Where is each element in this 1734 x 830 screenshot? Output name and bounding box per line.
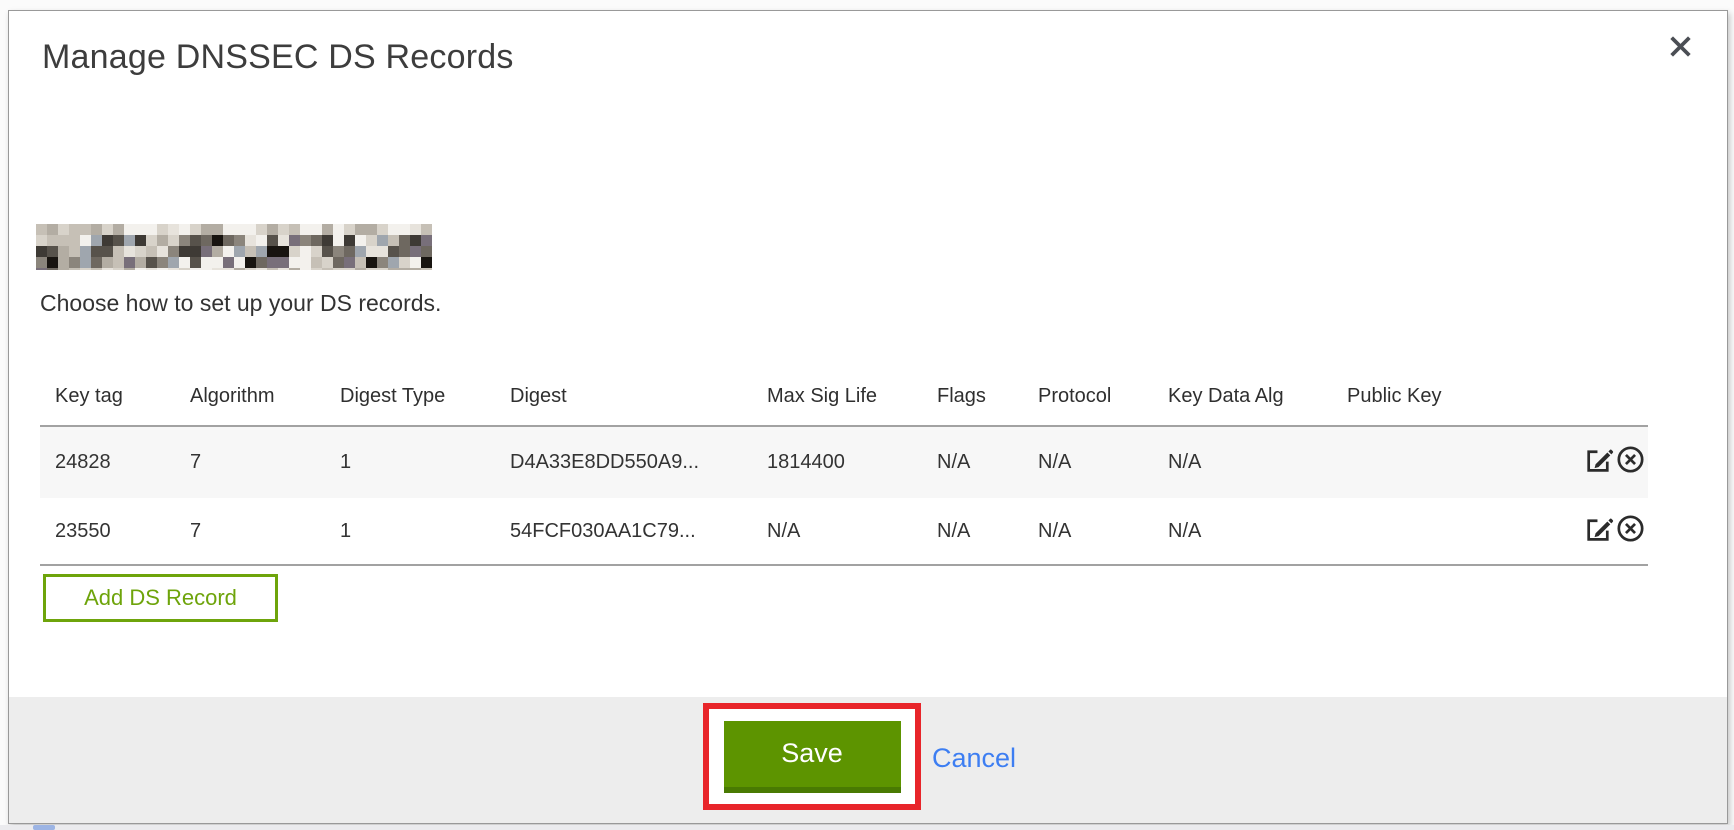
column-header-digest-type: Digest Type bbox=[325, 370, 495, 426]
cell-digest-type: 1 bbox=[325, 426, 495, 498]
edit-record-button[interactable] bbox=[1583, 513, 1614, 544]
column-header-flags: Flags bbox=[922, 370, 1023, 426]
add-ds-record-button[interactable]: Add DS Record bbox=[43, 574, 278, 622]
cell-digest-type: 1 bbox=[325, 498, 495, 565]
cell-key-tag: 23550 bbox=[40, 498, 175, 565]
delete-icon bbox=[1615, 513, 1646, 544]
cell-max-sig-life: N/A bbox=[752, 498, 922, 565]
delete-record-button[interactable] bbox=[1615, 513, 1646, 544]
column-header-protocol: Protocol bbox=[1023, 370, 1153, 426]
table-row: 24828 7 1 D4A33E8DD550A9... 1814400 N/A … bbox=[40, 426, 1648, 498]
cell-digest: D4A33E8DD550A9... bbox=[495, 426, 752, 498]
cell-digest: 54FCF030AA1C79... bbox=[495, 498, 752, 565]
cell-flags: N/A bbox=[922, 426, 1023, 498]
column-header-key-data-alg: Key Data Alg bbox=[1153, 370, 1332, 426]
column-header-actions bbox=[1472, 370, 1648, 426]
cell-max-sig-life: 1814400 bbox=[752, 426, 922, 498]
ds-records-table: Key tag Algorithm Digest Type Digest Max… bbox=[40, 370, 1648, 566]
save-button[interactable]: Save bbox=[724, 721, 901, 793]
column-header-algorithm: Algorithm bbox=[175, 370, 325, 426]
background-page-strip bbox=[0, 825, 1734, 830]
close-icon bbox=[1667, 33, 1694, 60]
dnssec-dialog: Manage DNSSEC DS Records Choose how to s… bbox=[8, 10, 1728, 824]
cell-flags: N/A bbox=[922, 498, 1023, 565]
column-header-max-sig-life: Max Sig Life bbox=[752, 370, 922, 426]
dialog-footer: Save Cancel bbox=[9, 697, 1727, 823]
delete-icon bbox=[1615, 444, 1646, 475]
cell-protocol: N/A bbox=[1023, 498, 1153, 565]
cell-public-key bbox=[1332, 498, 1472, 565]
table-row: 23550 7 1 54FCF030AA1C79... N/A N/A N/A … bbox=[40, 498, 1648, 565]
cancel-link[interactable]: Cancel bbox=[932, 743, 1016, 774]
annotation-highlight: Save bbox=[703, 703, 921, 810]
instruction-text: Choose how to set up your DS records. bbox=[40, 290, 441, 317]
column-header-key-tag: Key tag bbox=[40, 370, 175, 426]
redacted-domain-name bbox=[36, 224, 436, 270]
cell-public-key bbox=[1332, 426, 1472, 498]
table-header-row: Key tag Algorithm Digest Type Digest Max… bbox=[40, 370, 1648, 426]
cell-key-tag: 24828 bbox=[40, 426, 175, 498]
cell-algorithm: 7 bbox=[175, 498, 325, 565]
column-header-public-key: Public Key bbox=[1332, 370, 1472, 426]
edit-record-button[interactable] bbox=[1583, 444, 1614, 475]
cell-algorithm: 7 bbox=[175, 426, 325, 498]
edit-icon bbox=[1583, 513, 1614, 544]
edit-icon bbox=[1583, 444, 1614, 475]
cell-key-data-alg: N/A bbox=[1153, 498, 1332, 565]
close-button[interactable] bbox=[1663, 29, 1697, 63]
column-header-digest: Digest bbox=[495, 370, 752, 426]
delete-record-button[interactable] bbox=[1615, 444, 1646, 475]
background-page-fragment bbox=[33, 825, 55, 830]
cell-key-data-alg: N/A bbox=[1153, 426, 1332, 498]
page-title: Manage DNSSEC DS Records bbox=[42, 38, 514, 77]
cell-protocol: N/A bbox=[1023, 426, 1153, 498]
